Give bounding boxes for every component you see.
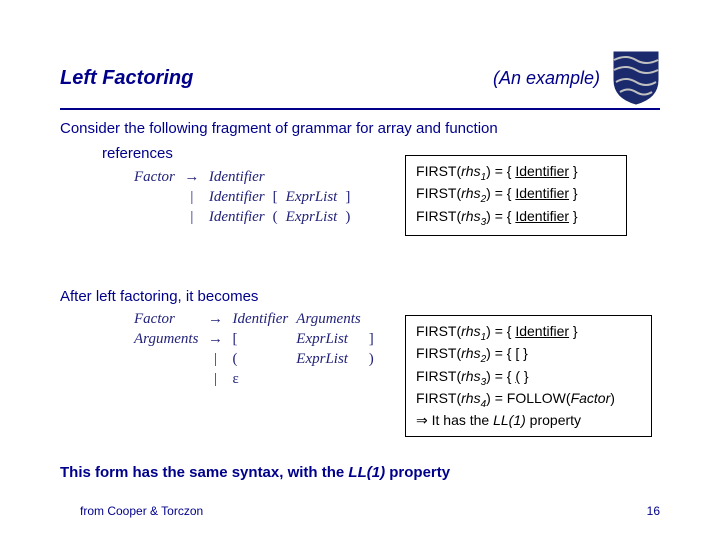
grammar-terminal: ) <box>365 350 378 370</box>
slide-footer: from Cooper & Torczon 16 <box>0 504 720 518</box>
grammar-lhs: Factor <box>130 168 179 188</box>
first-line: FIRST(rhs1) = { Identifier } <box>416 322 641 344</box>
bar-icon: | <box>202 350 228 369</box>
grammar-nonterminal: Identifier <box>205 188 269 208</box>
grammar-nonterminal: ExprList <box>282 208 342 228</box>
title-underline <box>60 108 660 110</box>
first-line-conclusion: ⇒ It has the LL(1) property <box>416 411 641 430</box>
first-line: FIRST(rhs1) = { Identifier } <box>416 162 616 184</box>
slide-content: Consider the following fragment of gramm… <box>0 120 720 483</box>
conclusion-text: This form has the same syntax, with the … <box>60 464 660 483</box>
grammar-terminal: [ <box>269 188 282 208</box>
first-box-before: FIRST(rhs1) = { Identifier } FIRST(rhs2)… <box>405 155 627 236</box>
first-line: FIRST(rhs4) = FOLLOW(Factor) <box>416 389 641 411</box>
grammar-terminal: ) <box>341 208 354 228</box>
grammar-terminal: ( <box>269 208 282 228</box>
intro-text-line1: Consider the following fragment of gramm… <box>60 120 660 139</box>
grammar-epsilon: ε <box>228 370 292 390</box>
first-line: FIRST(rhs2) = { [ } <box>416 344 641 366</box>
grammar-lhs: Factor <box>130 310 202 330</box>
bar-icon: | <box>179 208 205 227</box>
crest-icon <box>612 50 660 106</box>
grammar-terminal: ] <box>365 330 378 350</box>
footer-source: from Cooper & Torczon <box>80 504 203 518</box>
slide-header: Left Factoring (An example) <box>0 0 720 108</box>
grammar-nonterminal: Identifier <box>205 168 269 188</box>
grammar-terminal: ] <box>341 188 354 208</box>
grammar-nonterminal: Arguments <box>292 310 364 330</box>
first-line: FIRST(rhs3) = { Identifier } <box>416 207 616 229</box>
arrow-icon: → <box>202 310 228 329</box>
slide-title: Left Factoring <box>60 67 193 90</box>
arrow-icon: → <box>202 330 228 349</box>
slide-subtitle: (An example) <box>493 68 600 89</box>
after-text: After left factoring, it becomes <box>60 288 660 307</box>
grammar-lhs: Arguments <box>130 330 202 350</box>
first-box-after: FIRST(rhs1) = { Identifier } FIRST(rhs2)… <box>405 315 652 437</box>
grammar-nonterminal: Identifier <box>205 208 269 228</box>
grammar-nonterminal: Identifier <box>228 310 292 330</box>
first-line: FIRST(rhs3) = { ( } <box>416 367 641 389</box>
grammar-terminal: ( <box>228 350 292 370</box>
footer-page-number: 16 <box>647 504 660 518</box>
first-line: FIRST(rhs2) = { Identifier } <box>416 184 616 206</box>
grammar-nonterminal: ExprList <box>282 188 342 208</box>
bar-icon: | <box>202 370 228 389</box>
grammar-terminal: [ <box>228 330 292 350</box>
grammar-nonterminal: ExprList <box>292 330 364 350</box>
grammar-nonterminal: ExprList <box>292 350 364 370</box>
bar-icon: | <box>179 188 205 207</box>
arrow-icon: → <box>179 168 205 187</box>
